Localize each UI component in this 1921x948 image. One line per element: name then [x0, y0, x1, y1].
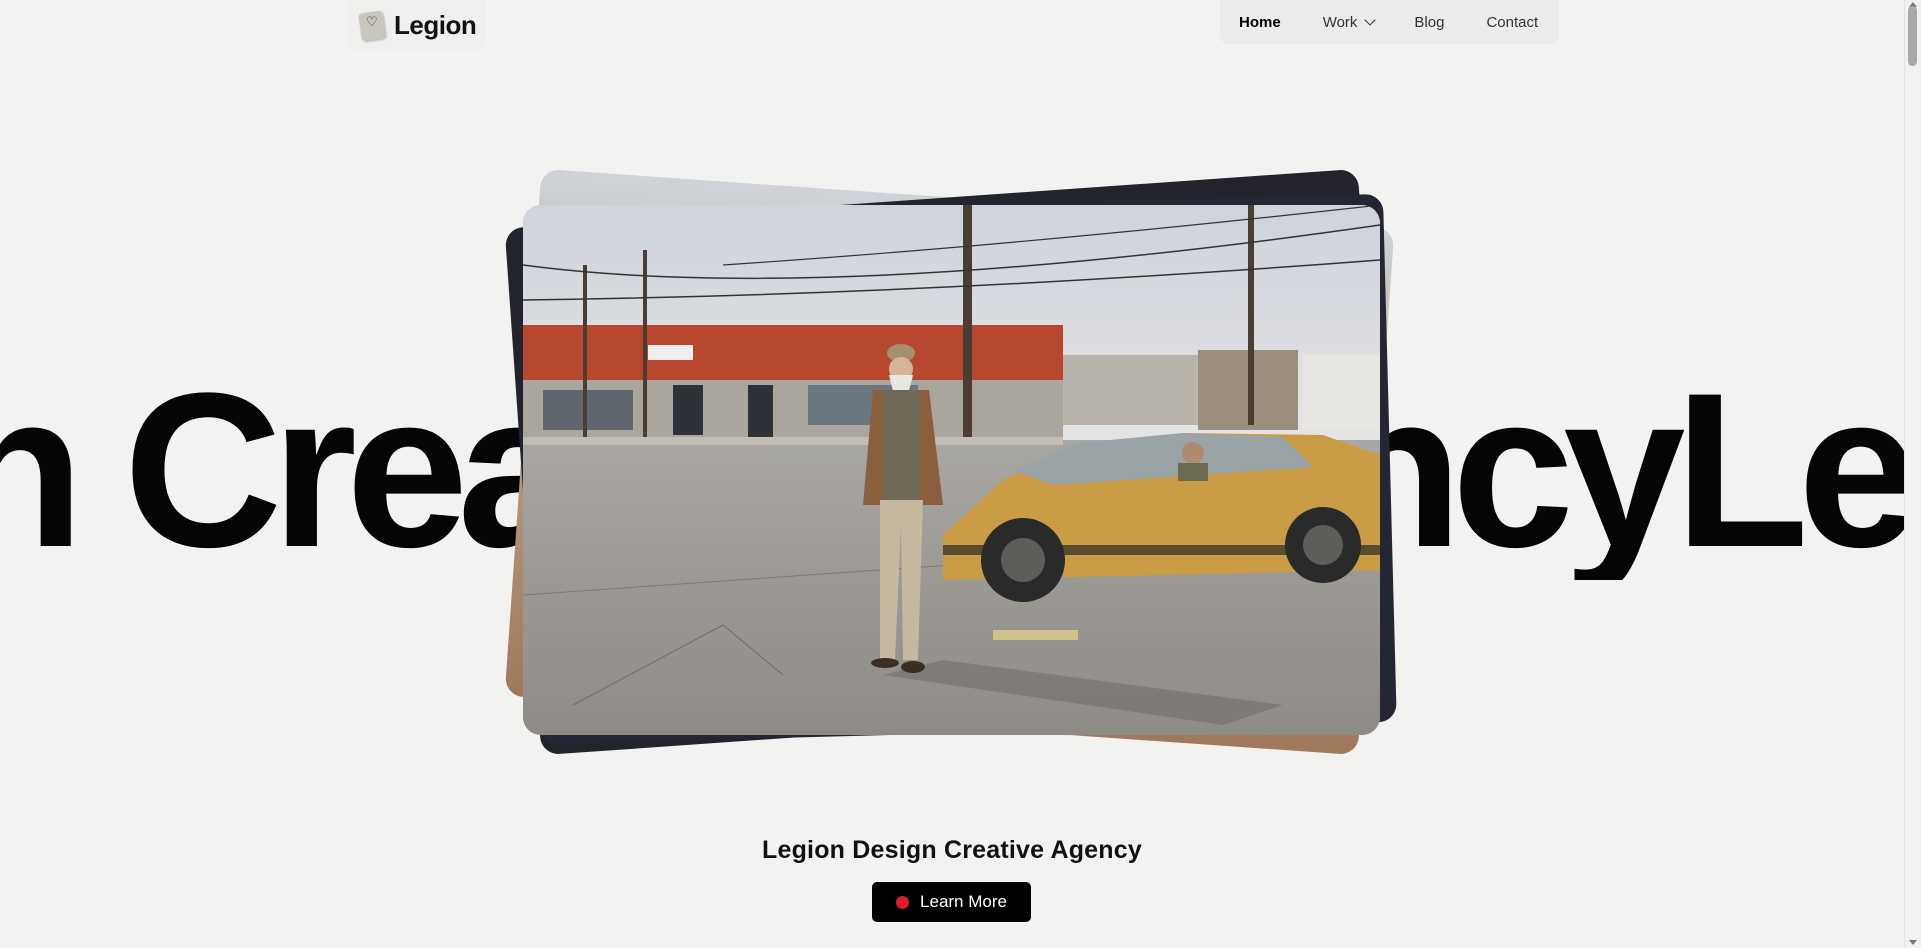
- nav-item-work-label: Work: [1322, 13, 1358, 31]
- nav-item-blog[interactable]: Blog: [1414, 14, 1444, 31]
- nav-item-home[interactable]: Home: [1239, 14, 1281, 31]
- logo-link[interactable]: ♡ Legion: [348, 0, 486, 50]
- main-nav: Home Work Blog Contact: [1220, 0, 1559, 44]
- page-scrollbar[interactable]: [1904, 0, 1921, 948]
- nav-item-work[interactable]: Work: [1322, 13, 1377, 31]
- learn-more-button[interactable]: Learn More: [872, 882, 1031, 922]
- scroll-down-arrow-icon[interactable]: [1909, 940, 1917, 945]
- nav-item-contact[interactable]: Contact: [1486, 14, 1538, 31]
- marquee-text: n Creative AgencyLegi: [0, 360, 1904, 580]
- chevron-down-icon: [1364, 13, 1377, 26]
- scroll-thumb[interactable]: [1908, 6, 1917, 66]
- nav-item-blog-label: Blog: [1414, 13, 1445, 31]
- hero-tagline: Legion Design Creative Agency: [762, 836, 1142, 864]
- hero-marquee: n Creative AgencyLegi: [0, 360, 1904, 580]
- nav-item-contact-label: Contact: [1486, 13, 1539, 31]
- learn-more-label: Learn More: [920, 892, 1007, 911]
- logo-text: Legion: [394, 9, 477, 40]
- heart-sticker-icon: ♡: [358, 9, 388, 42]
- nav-item-home-label: Home: [1239, 13, 1281, 31]
- red-dot-icon: [896, 895, 910, 909]
